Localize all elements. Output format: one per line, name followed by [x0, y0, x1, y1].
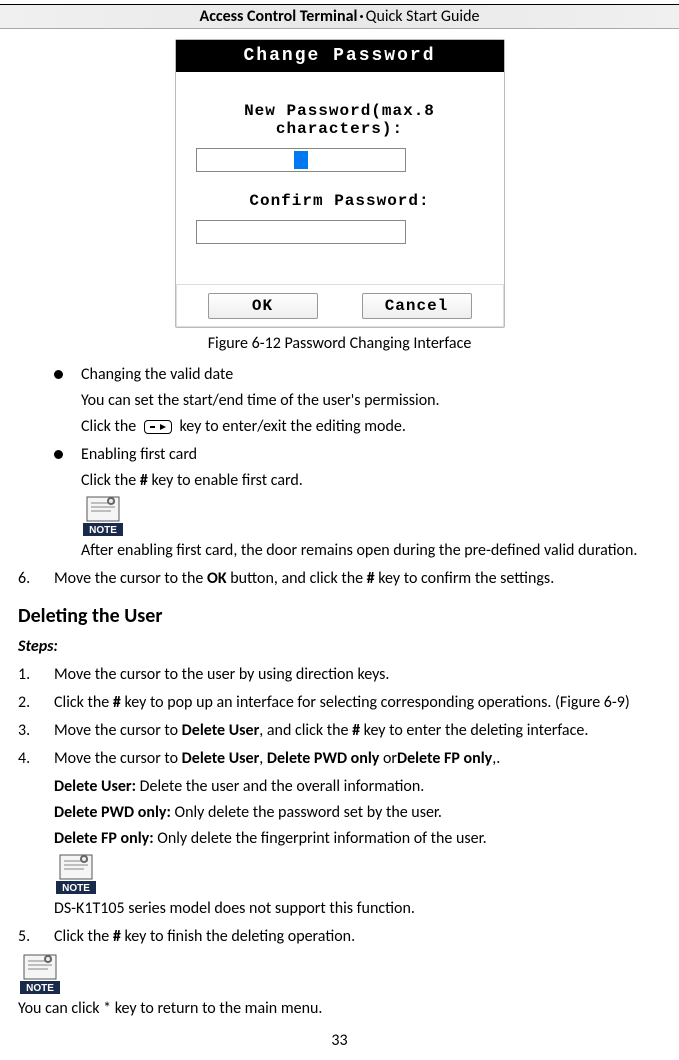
svg-text:NOTE: NOTE: [89, 525, 117, 536]
bottom-note: You can click * key to return to the mai…: [18, 997, 661, 1021]
ok-button[interactable]: OK: [208, 293, 318, 319]
bullet-icon: [54, 450, 63, 459]
confirm-password-label: Confirm Password:: [196, 192, 484, 210]
bullet-first-card-line: Click the # key to enable first card.: [81, 469, 661, 493]
edit-key-icon: [144, 420, 172, 434]
note-icon: NOTE: [81, 495, 125, 537]
cancel-button[interactable]: Cancel: [362, 293, 472, 319]
bullet-icon: [54, 370, 63, 379]
header-title-rest: Quick Start Guide: [366, 7, 480, 26]
header-title-bold: Access Control Terminal: [200, 7, 358, 26]
confirm-password-input[interactable]: [196, 220, 406, 244]
page-number: 33: [0, 1031, 679, 1050]
step-number-6: 6.: [18, 567, 54, 591]
new-password-label: New Password(max.8 characters):: [196, 102, 484, 138]
note-icon: NOTE: [18, 953, 62, 995]
first-card-note: After enabling first card, the door rema…: [81, 539, 661, 563]
document-header: Access Control Terminal·Quick Start Guid…: [0, 5, 679, 29]
svg-text:NOTE: NOTE: [26, 983, 54, 994]
step-4-text: Move the cursor to Delete User, Delete P…: [54, 747, 661, 771]
svg-text:NOTE: NOTE: [62, 883, 90, 894]
bullet-enabling-first-card: Enabling first card: [81, 443, 661, 467]
delete-fp-only-desc: Delete FP only: Only delete the fingerpr…: [54, 827, 661, 851]
step-2-text: Click the # key to pop up an interface f…: [54, 691, 661, 715]
step-6-text: Move the cursor to the OK button, and cl…: [54, 567, 661, 591]
new-password-input[interactable]: [196, 148, 406, 172]
step-number-1: 1.: [18, 663, 54, 687]
device-screenshot: Change Password New Password(max.8 chara…: [175, 39, 505, 328]
bullet-changing-valid-date: Changing the valid date: [81, 363, 661, 387]
step-3-text: Move the cursor to Delete User, and clic…: [54, 719, 661, 743]
step-number-5: 5.: [18, 925, 54, 949]
device-dialog-title: Change Password: [176, 40, 504, 72]
step-number-3: 3.: [18, 719, 54, 743]
text-cursor: [294, 151, 308, 169]
delete-user-desc: Delete User: Delete the user and the ove…: [54, 775, 661, 799]
ds-k1t105-note: DS-K1T105 series model does not support …: [54, 897, 661, 921]
steps-label: Steps:: [18, 635, 661, 659]
figure-caption: Figure 6-12 Password Changing Interface: [0, 334, 679, 353]
step-number-4: 4.: [18, 747, 54, 771]
delete-pwd-only-desc: Delete PWD only: Only delete the passwor…: [54, 801, 661, 825]
step-5-text: Click the # key to finish the deleting o…: [54, 925, 661, 949]
step-1-text: Move the cursor to the user by using dir…: [54, 663, 661, 687]
step-number-2: 2.: [18, 691, 54, 715]
section-deleting-user: Deleting the User: [18, 601, 661, 631]
bullet-valid-date-desc: You can set the start/end time of the us…: [81, 389, 661, 413]
note-icon: NOTE: [54, 853, 98, 895]
bullet-valid-date-key-line: Click the key to enter/exit the editing …: [81, 415, 661, 439]
